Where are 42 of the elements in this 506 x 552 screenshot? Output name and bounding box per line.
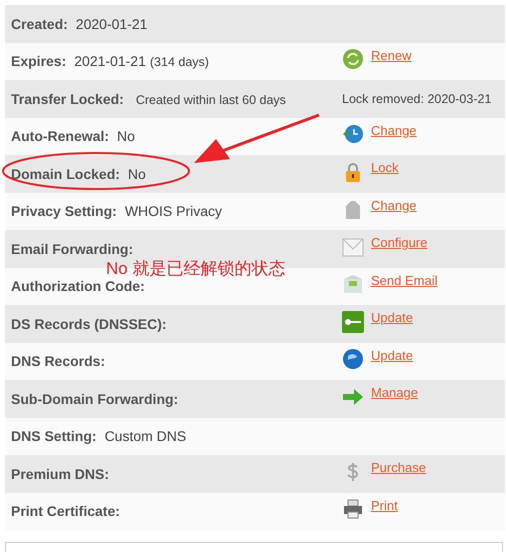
field-label: Created: — [11, 16, 68, 32]
field-label: Domain Locked: — [11, 166, 120, 182]
action-link[interactable]: Lock — [371, 160, 398, 176]
globe-icon — [342, 348, 364, 370]
action-link[interactable]: Manage — [371, 385, 418, 400]
field-label: Auto-Renewal: — [11, 128, 109, 144]
field-label: Transfer Locked: — [11, 90, 124, 107]
action-link[interactable]: Send Email — [371, 272, 438, 288]
field-label: DS Records (DNSSEC): — [11, 316, 167, 332]
field-label: Expires: — [11, 53, 66, 70]
field-value: Custom DNS — [104, 428, 186, 444]
field-value: 2021-01-21 — [74, 53, 146, 70]
field-label: Print Certificate: — [11, 503, 120, 520]
action-link[interactable]: Update — [371, 348, 413, 363]
field-label: Premium DNS: — [11, 466, 110, 482]
key-icon — [342, 310, 364, 333]
field-note: Created within last 60 days — [136, 92, 286, 107]
action-link[interactable]: Purchase — [371, 460, 426, 476]
action-link[interactable]: Print — [371, 498, 398, 513]
field-label: DNS Setting: — [11, 428, 97, 444]
action-link[interactable]: Update — [371, 310, 413, 326]
field-value: WHOIS Privacy — [124, 203, 222, 220]
field-label: Email Forwarding: — [11, 240, 134, 257]
field-value: No — [128, 166, 146, 182]
field-label: Sub-Domain Forwarding: — [11, 390, 178, 407]
open-envelope-icon — [342, 273, 364, 296]
field-label: Privacy Setting: — [11, 203, 117, 220]
field-label: Authorization Code: — [11, 278, 145, 294]
action-link[interactable]: Renew — [371, 48, 412, 63]
action-link[interactable]: Configure — [371, 235, 428, 250]
annotation-text: No 就是已经解锁的状态 — [106, 258, 286, 280]
printer-icon — [342, 498, 364, 520]
action-link[interactable]: Change — [371, 122, 417, 138]
clock-icon — [342, 123, 364, 146]
field-value: 2020-01-21 — [76, 16, 148, 32]
field-note: (314 days) — [150, 55, 209, 70]
field-value: No — [117, 128, 135, 144]
field-label: DNS Records: — [11, 353, 106, 370]
refresh-icon — [342, 48, 364, 70]
lock-status-text: Lock removed: 2020-03-21 — [342, 92, 492, 106]
envelope-icon — [342, 236, 364, 258]
action-link[interactable]: Change — [371, 198, 417, 213]
